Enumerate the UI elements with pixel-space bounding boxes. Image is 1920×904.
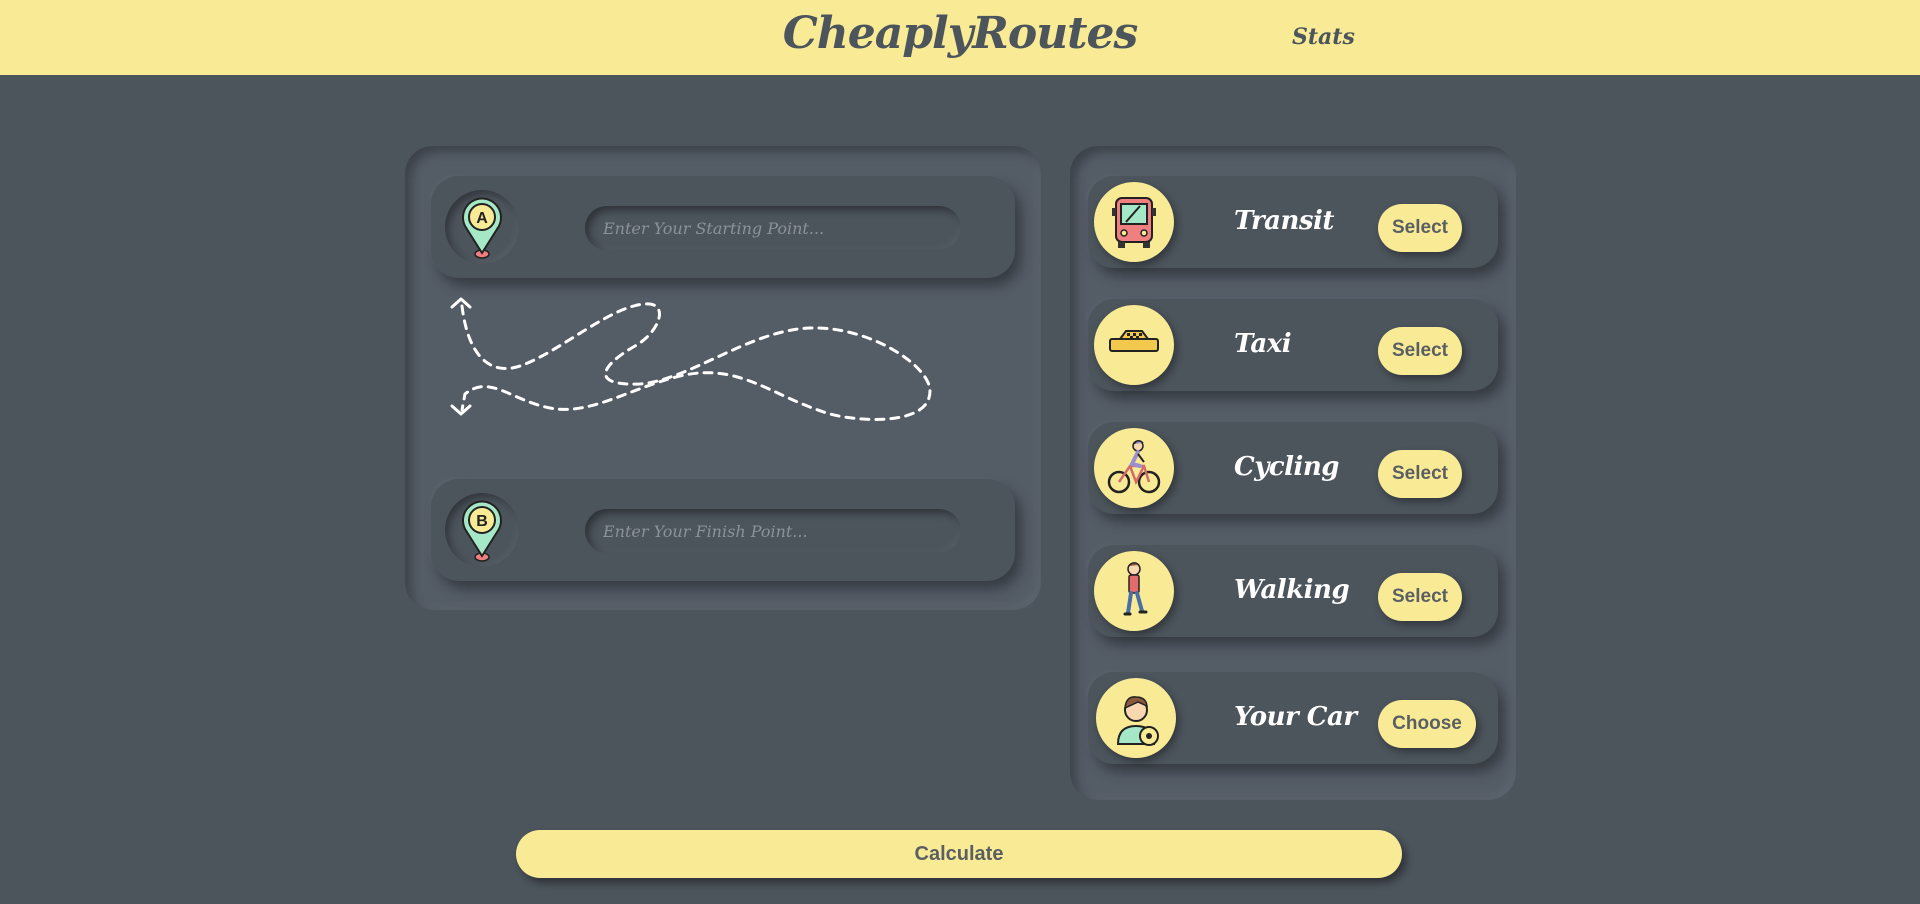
nav-link-stats[interactable]: Stats <box>1292 24 1355 50</box>
walker-icon <box>1094 551 1174 631</box>
top-nav-bar: CheaplyRoutes Stats <box>0 0 1920 75</box>
route-panel: A B <box>405 146 1041 610</box>
mode-card-transit: Transit Select <box>1088 176 1498 268</box>
mode-card-taxi: Taxi Select <box>1088 299 1498 391</box>
driver-icon <box>1096 678 1176 758</box>
dashed-route-path-graphic <box>450 297 932 421</box>
select-walking-button[interactable]: Select <box>1378 573 1462 621</box>
mode-label-your-car: Your Car <box>1234 702 1357 732</box>
start-point-card: A <box>431 176 1015 278</box>
calculate-button[interactable]: Calculate <box>516 830 1402 878</box>
pin-letter-b: B <box>476 513 488 530</box>
bus-icon <box>1094 182 1174 262</box>
taxi-icon <box>1094 305 1174 385</box>
finish-pin-holder: B <box>445 493 519 567</box>
mode-card-walking: Walking Select <box>1088 545 1498 637</box>
start-pin-holder: A <box>445 190 519 264</box>
map-pin-b-icon: B <box>462 500 502 562</box>
choose-car-button[interactable]: Choose <box>1378 700 1476 748</box>
cyclist-icon <box>1094 428 1174 508</box>
select-taxi-button[interactable]: Select <box>1378 327 1462 375</box>
pin-letter-a: A <box>476 210 488 227</box>
mode-card-cycling: Cycling Select <box>1088 422 1498 514</box>
select-cycling-button[interactable]: Select <box>1378 450 1462 498</box>
mode-label-taxi: Taxi <box>1234 329 1292 359</box>
mode-label-transit: Transit <box>1234 206 1334 236</box>
mode-label-walking: Walking <box>1234 575 1350 605</box>
travel-modes-panel: Transit Select Taxi Select Cycling Selec… <box>1070 146 1516 800</box>
mode-label-cycling: Cycling <box>1234 452 1339 482</box>
mode-card-your-car: Your Car Choose <box>1088 672 1498 764</box>
map-pin-a-icon: A <box>462 197 502 259</box>
finish-point-card: B <box>431 479 1015 581</box>
select-transit-button[interactable]: Select <box>1378 204 1462 252</box>
brand-logo-text[interactable]: CheaplyRoutes <box>0 8 1920 59</box>
finish-point-input[interactable] <box>585 509 961 553</box>
start-point-input[interactable] <box>585 206 961 250</box>
